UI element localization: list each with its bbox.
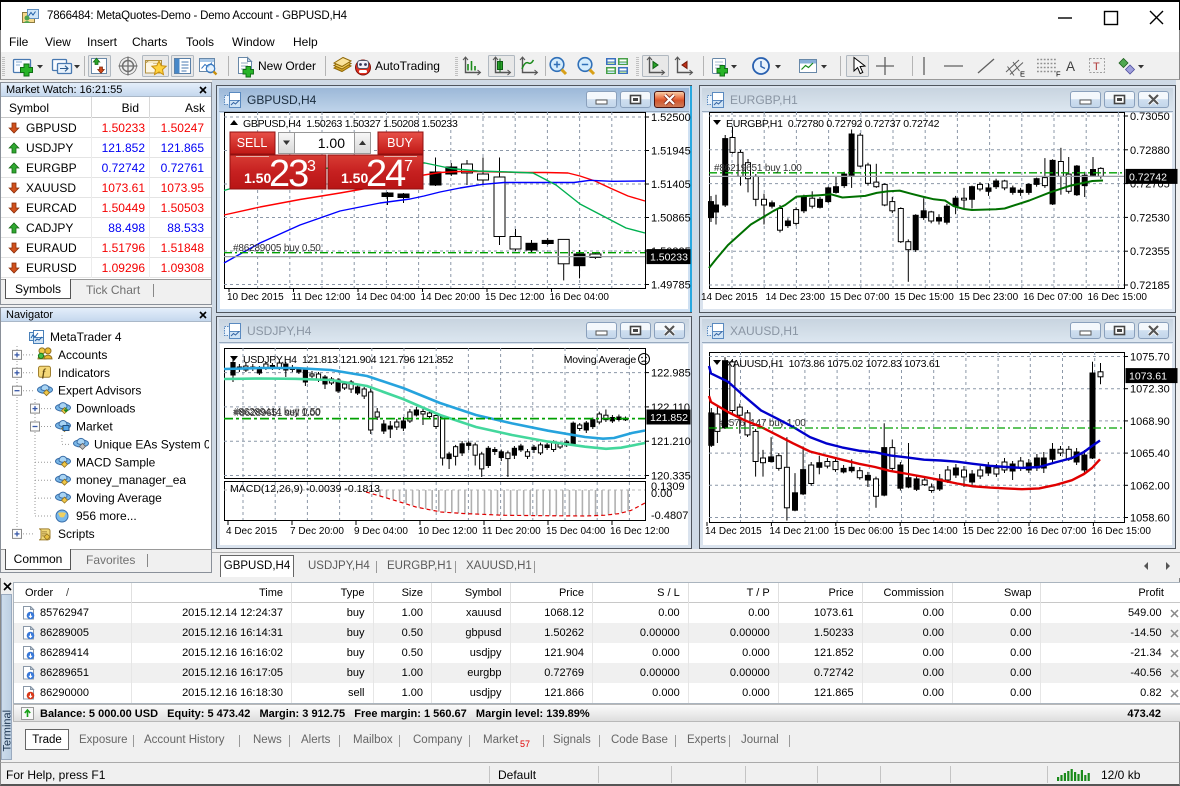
svg-text:16 Dec 07:00: 16 Dec 07:00 [1027, 526, 1087, 537]
svg-text:15 Dec 14:00: 15 Dec 14:00 [898, 526, 958, 537]
svg-text:1065.40: 1065.40 [1130, 448, 1170, 460]
svg-text:14 Dec 21:00: 14 Dec 21:00 [769, 526, 829, 537]
svg-text:1073.61: 1073.61 [1129, 371, 1167, 383]
svg-text:XAUUSD,H1 1073.86 1075.02 107: XAUUSD,H1 1073.86 1075.02 1072.83 1073.6… [726, 358, 940, 370]
svg-text:1062.00: 1062.00 [1130, 480, 1170, 492]
svg-text:1068.90: 1068.90 [1130, 416, 1170, 428]
svg-text:14 Dec 2015: 14 Dec 2015 [705, 526, 762, 537]
svg-text:15 Dec 06:00: 15 Dec 06:00 [834, 526, 894, 537]
svg-text:1072.30: 1072.30 [1130, 384, 1170, 396]
svg-text:1058.60: 1058.60 [1130, 513, 1170, 525]
svg-text:15 Dec 22:00: 15 Dec 22:00 [963, 526, 1023, 537]
svg-text:1075.70: 1075.70 [1130, 352, 1170, 364]
svg-text:16 Dec 15:00: 16 Dec 15:00 [1091, 526, 1151, 537]
